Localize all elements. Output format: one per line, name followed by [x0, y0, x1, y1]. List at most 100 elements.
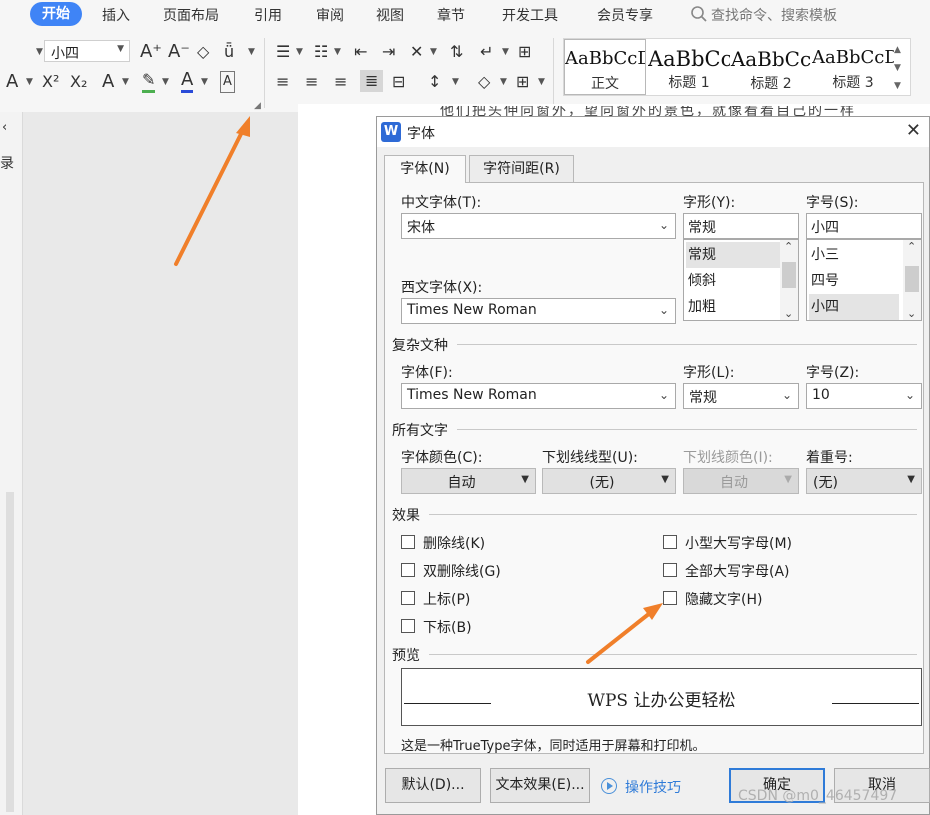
distribute-icon[interactable]: ⊟ [392, 72, 405, 92]
style-input[interactable]: 常规 [683, 213, 799, 239]
chevron-down-icon[interactable]: ▼ [500, 72, 507, 92]
style-heading-3[interactable]: AaBbCcD 标题 3 [812, 39, 894, 95]
complex-font-select[interactable]: Times New Roman ⌄ [401, 383, 676, 409]
list-item[interactable]: 加粗 [686, 294, 716, 320]
dialog-titlebar[interactable]: W 字体 ✕ [377, 117, 929, 147]
char-border-icon[interactable]: A [220, 71, 235, 93]
scroll-down-icon[interactable]: ⌄ [784, 307, 793, 320]
style-list[interactable]: 常规 倾斜 加粗 ⌃ ⌄ [683, 239, 799, 321]
shading-icon[interactable]: ◇ [478, 72, 490, 92]
close-icon[interactable]: ✕ [906, 120, 921, 141]
font-effect-icon[interactable]: A [6, 72, 18, 92]
borders-icon[interactable]: ⊞ [516, 72, 529, 92]
menu-tab-review[interactable]: 审阅 [316, 5, 344, 25]
list-item[interactable]: 常规 [686, 242, 780, 268]
style-heading-1[interactable]: AaBbCc 标题 1 [648, 39, 730, 95]
play-circle-icon[interactable] [601, 778, 617, 794]
west-font-select[interactable]: Times New Roman ⌄ [401, 298, 676, 324]
strikethrough-checkbox[interactable] [401, 535, 415, 549]
menu-tab-page-layout[interactable]: 页面布局 [163, 5, 219, 25]
list-item[interactable]: 小四 [809, 294, 899, 320]
menu-tab-insert[interactable]: 插入 [102, 5, 130, 25]
scroll-thumb[interactable] [905, 266, 919, 292]
chevron-down-icon[interactable]: ▼ [430, 42, 437, 62]
phonetic-guide-icon[interactable]: ǖ [224, 42, 234, 62]
size-list[interactable]: 小三 四号 小四 ⌃ ⌄ [806, 239, 922, 321]
menu-tab-view[interactable]: 视图 [376, 5, 404, 25]
align-left-icon[interactable]: ≡ [276, 72, 289, 92]
menu-tab-home[interactable]: 开始 [30, 2, 82, 26]
text-effect-icon[interactable]: A [102, 72, 114, 92]
chevron-down-icon[interactable]: ▼ [248, 42, 255, 62]
collapse-icon[interactable]: ‹ [2, 118, 7, 138]
underline-style-dropdown[interactable]: (无) ▼ [542, 468, 676, 494]
style-heading-2[interactable]: AaBbCc 标题 2 [730, 39, 812, 95]
search-box[interactable]: 查找命令、搜索模板 [711, 5, 837, 25]
grow-font-icon[interactable]: A⁺ [140, 42, 162, 62]
line-spacing-icon[interactable]: ↕ [428, 72, 441, 92]
chevron-down-icon[interactable]: ▼ [26, 72, 33, 92]
gallery-scroll-up-icon[interactable]: ▲ [894, 40, 901, 60]
bullet-list-icon[interactable]: ☰ [276, 42, 290, 62]
complex-size-select[interactable]: 10 ⌄ [806, 383, 922, 409]
numbered-list-icon[interactable]: ☷ [314, 42, 328, 62]
font-color-dropdown[interactable]: 自动 ▼ [401, 468, 536, 494]
text-effect-button[interactable]: 文本效果(E)... [490, 768, 590, 803]
decrease-indent-icon[interactable]: ⇤ [354, 42, 367, 62]
font-color-icon[interactable]: A [181, 70, 194, 93]
tab-char-spacing[interactable]: 字符间距(R) [469, 155, 574, 182]
complex-style-select[interactable]: 常规 ⌄ [683, 383, 799, 409]
justify-icon[interactable]: ≣ [360, 70, 384, 92]
chinese-layout-icon[interactable]: ✕ [410, 42, 423, 62]
align-right-icon[interactable]: ≡ [334, 72, 347, 92]
chevron-down-icon[interactable]: ▼ [162, 72, 169, 92]
double-strikethrough-checkbox[interactable] [401, 563, 415, 577]
emphasis-dropdown[interactable]: (无) ▼ [806, 468, 922, 494]
subscript-checkbox[interactable] [401, 619, 415, 633]
cn-font-select[interactable]: 宋体 ⌄ [401, 213, 676, 239]
gallery-more-icon[interactable]: ▼ [894, 76, 901, 96]
highlight-icon[interactable]: ✎ [142, 70, 156, 93]
chevron-down-icon[interactable]: ▼ [502, 42, 509, 62]
list-item[interactable]: 四号 [809, 268, 839, 294]
tab-font[interactable]: 字体(N) [384, 155, 466, 183]
chevron-down-icon[interactable]: ▼ [334, 42, 341, 62]
list-item[interactable]: 小三 [809, 242, 839, 268]
size-list-scrollbar[interactable]: ⌃ ⌄ [903, 240, 921, 320]
style-list-scrollbar[interactable]: ⌃ ⌄ [780, 240, 798, 320]
style-normal[interactable]: AaBbCcDd 正文 [564, 39, 646, 95]
small-caps-checkbox[interactable] [663, 535, 677, 549]
show-marks-icon[interactable]: ↵ [480, 42, 493, 62]
scroll-thumb[interactable] [782, 262, 796, 288]
default-button[interactable]: 默认(D)... [385, 768, 481, 803]
font-size-select[interactable]: 小四 ▼ [44, 40, 130, 62]
menu-tab-developer[interactable]: 开发工具 [502, 5, 558, 25]
size-input[interactable]: 小四 [806, 213, 922, 239]
list-item[interactable]: 倾斜 [686, 268, 716, 294]
clear-format-icon[interactable]: ◇ [197, 42, 209, 62]
chevron-down-icon[interactable]: ▼ [296, 42, 303, 62]
tab-stops-icon[interactable]: ⊞ [518, 42, 531, 62]
superscript-checkbox[interactable] [401, 591, 415, 605]
chevron-down-icon[interactable]: ▼ [538, 72, 545, 92]
menu-tab-chapter[interactable]: 章节 [437, 5, 465, 25]
tips-link[interactable]: 操作技巧 [625, 777, 681, 797]
sort-icon[interactable]: ⇅ [450, 42, 463, 62]
chevron-down-icon[interactable]: ▼ [122, 72, 129, 92]
increase-indent-icon[interactable]: ⇥ [382, 42, 395, 62]
hidden-text-checkbox[interactable] [663, 591, 677, 605]
nav-scrollbar[interactable] [6, 492, 14, 812]
all-caps-checkbox[interactable] [663, 563, 677, 577]
scroll-up-icon[interactable]: ⌃ [907, 240, 916, 253]
shrink-font-icon[interactable]: A⁻ [168, 42, 190, 62]
scroll-down-icon[interactable]: ⌄ [907, 307, 916, 320]
scroll-up-icon[interactable]: ⌃ [784, 240, 793, 253]
align-center-icon[interactable]: ≡ [305, 72, 318, 92]
chevron-down-icon[interactable]: ▼ [36, 42, 43, 62]
gallery-scroll-down-icon[interactable]: ▼ [894, 58, 901, 78]
menu-tab-member[interactable]: 会员专享 [597, 5, 653, 25]
search-icon[interactable] [690, 5, 708, 23]
subscript-icon[interactable]: X₂ [70, 72, 87, 92]
superscript-icon[interactable]: X² [42, 72, 59, 92]
chevron-down-icon[interactable]: ▼ [452, 72, 459, 92]
